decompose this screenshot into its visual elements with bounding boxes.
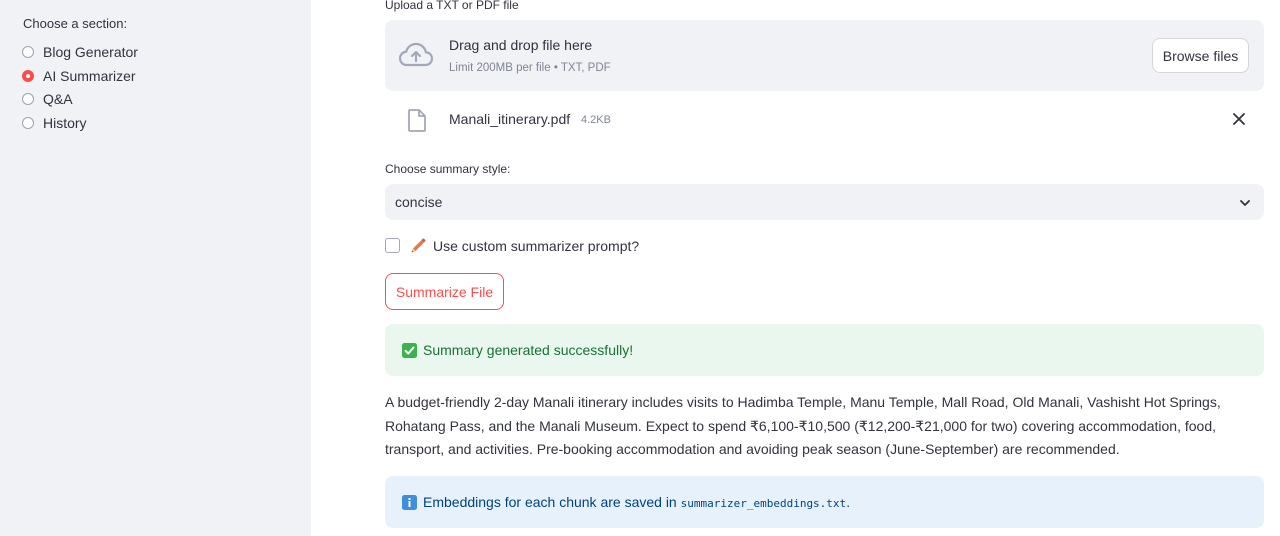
radio-qa[interactable]: Q&A bbox=[22, 87, 138, 111]
file-icon bbox=[408, 109, 426, 137]
chevron-down-icon bbox=[1239, 196, 1251, 214]
info-icon bbox=[402, 495, 417, 515]
sidebar: Choose a section: Blog Generator AI Summ… bbox=[0, 0, 311, 536]
cloud-upload-icon bbox=[398, 42, 434, 73]
section-label: Choose a section: bbox=[23, 16, 128, 31]
radio-ai-summarizer[interactable]: AI Summarizer bbox=[22, 64, 138, 88]
info-message: Embeddings for each chunk are saved in s… bbox=[423, 494, 850, 510]
check-box-icon bbox=[402, 343, 417, 363]
radio-label: AI Summarizer bbox=[43, 67, 136, 84]
success-message: Summary generated successfully! bbox=[423, 342, 634, 358]
uploaded-file-row: Manali_itinerary.pdf 4.2KB bbox=[385, 106, 1264, 136]
radio-label: History bbox=[43, 114, 87, 131]
success-alert: Summary generated successfully! bbox=[385, 324, 1264, 376]
summary-output: A budget-friendly 2-day Manali itinerary… bbox=[385, 394, 1221, 457]
select-value: concise bbox=[395, 194, 443, 210]
radio-label: Blog Generator bbox=[43, 43, 138, 60]
custom-prompt-checkbox[interactable] bbox=[385, 238, 400, 253]
upload-label: Upload a TXT or PDF file bbox=[385, 0, 519, 12]
radio-blog-generator[interactable]: Blog Generator bbox=[22, 40, 138, 64]
file-dropzone[interactable]: Drag and drop file here Limit 200MB per … bbox=[385, 20, 1264, 91]
radio-label: Q&A bbox=[43, 91, 73, 108]
dropzone-title: Drag and drop file here bbox=[449, 37, 593, 53]
browse-files-button[interactable]: Browse files bbox=[1152, 38, 1249, 73]
custom-prompt-label[interactable]: Use custom summarizer prompt? bbox=[433, 238, 639, 254]
radio-history[interactable]: History bbox=[22, 111, 138, 135]
info-suffix: . bbox=[846, 494, 851, 510]
section-radio-group: Blog Generator AI Summarizer Q&A History bbox=[22, 40, 138, 135]
radio-button[interactable] bbox=[22, 93, 34, 106]
close-icon[interactable] bbox=[1232, 112, 1246, 131]
radio-button[interactable] bbox=[22, 45, 34, 58]
radio-button-selected[interactable] bbox=[22, 69, 34, 82]
info-alert: Embeddings for each chunk are saved in s… bbox=[385, 476, 1264, 528]
summarize-file-button[interactable]: Summarize File bbox=[385, 273, 504, 310]
embeddings-filename: summarizer_embeddings.txt bbox=[680, 497, 847, 510]
custom-prompt-row: Use custom summarizer prompt? bbox=[385, 237, 639, 254]
summary-style-label: Choose summary style: bbox=[385, 162, 511, 176]
file-size: 4.2KB bbox=[581, 114, 611, 126]
file-name: Manali_itinerary.pdf bbox=[449, 111, 571, 127]
dropzone-limit: Limit 200MB per file • TXT, PDF bbox=[449, 62, 611, 74]
radio-button[interactable] bbox=[22, 116, 34, 129]
info-prefix: Embeddings for each chunk are saved in bbox=[423, 494, 677, 510]
summary-style-select[interactable]: concise bbox=[385, 184, 1264, 220]
pencil-icon bbox=[410, 237, 427, 254]
